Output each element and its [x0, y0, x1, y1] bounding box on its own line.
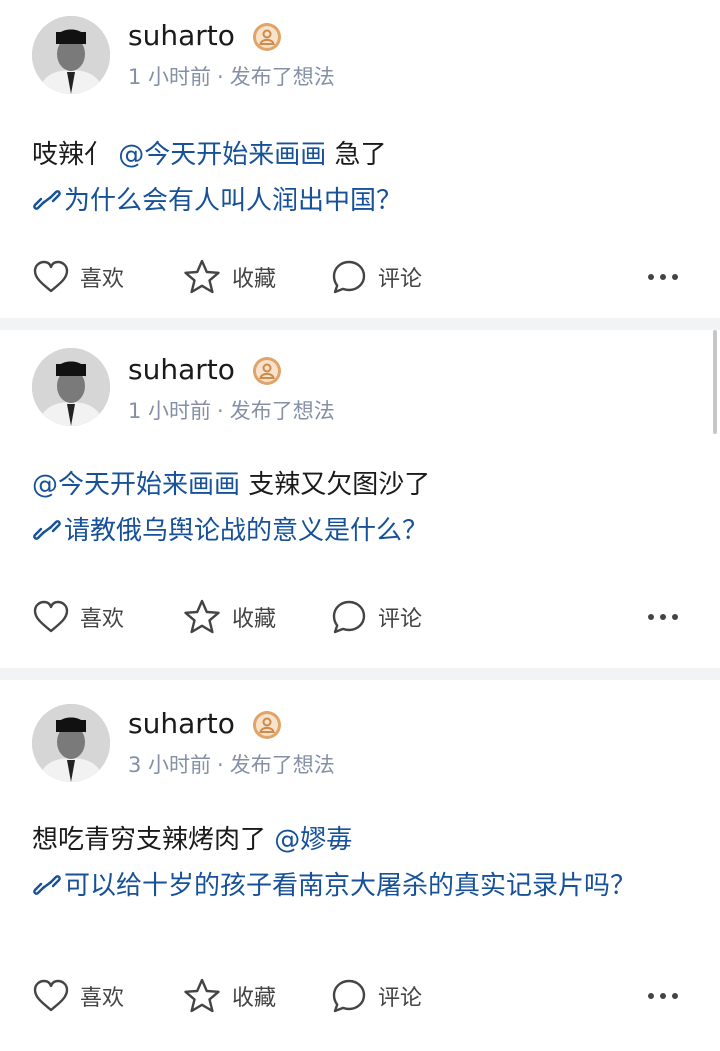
question-link-text: 可以给十岁的孩子看南京大屠杀的真实记录片吗？ — [64, 871, 637, 901]
action-bar: 喜欢 收藏 评论 — [32, 257, 688, 297]
more-dots-icon[interactable] — [646, 257, 680, 297]
post-time: 1 小时前 — [128, 399, 212, 423]
more-dots-icon[interactable] — [646, 597, 680, 637]
link-icon — [32, 866, 62, 895]
post-text-after: 支辣又欠图沙了 — [240, 470, 431, 500]
like-label: 喜欢 — [80, 267, 125, 292]
comment-bubble-icon — [332, 979, 366, 1013]
favorite-label: 收藏 — [232, 607, 277, 632]
more-dots-icon[interactable] — [646, 976, 680, 1016]
heart-icon — [33, 979, 69, 1012]
link-icon — [32, 511, 62, 540]
post-text-before: 吱辣亻 — [32, 140, 119, 170]
post-text-after: 急了 — [326, 140, 387, 170]
post-action: 发布了想法 — [229, 753, 335, 777]
favorite-button[interactable]: 收藏 — [182, 597, 276, 637]
username[interactable]: suharto — [128, 706, 235, 742]
post-meta: 1 小时前 · 发布了想法 — [128, 396, 335, 426]
heart-icon — [33, 600, 69, 633]
post-content: 吱辣亻 @今天开始来画画 急了 为什么会有人叫人润出中国？ — [32, 132, 688, 224]
post-time: 1 小时前 — [128, 65, 212, 89]
comment-label: 评论 — [378, 267, 423, 292]
post-content: @今天开始来画画 支辣又欠图沙了 请教俄乌舆论战的意义是什么？ — [32, 462, 688, 554]
post-card[interactable]: suharto 3 小时前 · 发布了想法 想吃青穷支辣烤肉了 @嫪毐 可以给十岁的… — [0, 680, 720, 1051]
heart-icon — [33, 260, 69, 293]
question-link-text: 为什么会有人叫人润出中国？ — [64, 186, 403, 216]
mention-link[interactable]: @今天开始来画画 — [32, 470, 240, 500]
star-icon — [184, 599, 220, 634]
star-icon — [184, 259, 220, 294]
question-link-text: 请教俄乌舆论战的意义是什么？ — [64, 516, 429, 546]
like-button[interactable]: 喜欢 — [32, 597, 124, 637]
post-text: @今天开始来画画 支辣又欠图沙了 — [32, 462, 688, 508]
post-content: 想吃青穷支辣烤肉了 @嫪毐 可以给十岁的孩子看南京大屠杀的真实记录片吗？ — [32, 817, 688, 909]
favorite-button[interactable]: 收藏 — [182, 976, 276, 1016]
favorite-label: 收藏 — [232, 267, 277, 292]
avatar[interactable] — [32, 704, 110, 782]
post-card[interactable]: suharto 1 小时前 · 发布了想法 @今天开始来画画 支辣又欠图沙了 请教俄… — [0, 330, 720, 668]
like-label: 喜欢 — [80, 986, 125, 1011]
action-bar: 喜欢 收藏 评论 — [32, 597, 688, 637]
post-text-before: 想吃青穷支辣烤肉了 — [32, 825, 275, 855]
comment-label: 评论 — [378, 986, 423, 1011]
like-button[interactable]: 喜欢 — [32, 976, 124, 1016]
feed: suharto 1 小时前 · 发布了想法 吱辣亻 @今天开始来画画 急了 为什么会… — [0, 0, 720, 1051]
post-time: 3 小时前 — [128, 753, 212, 777]
comment-bubble-icon — [332, 600, 366, 634]
avatar-photo — [32, 16, 110, 94]
favorite-label: 收藏 — [232, 986, 277, 1011]
comment-label: 评论 — [378, 607, 423, 632]
person-badge-icon — [252, 22, 282, 52]
scrollbar[interactable] — [713, 330, 717, 434]
question-link[interactable]: 可以给十岁的孩子看南京大屠杀的真实记录片吗？ — [32, 863, 688, 909]
like-label: 喜欢 — [80, 607, 125, 632]
avatar-photo — [32, 348, 110, 426]
comment-button[interactable]: 评论 — [330, 597, 422, 637]
post-text: 吱辣亻 @今天开始来画画 急了 — [32, 132, 688, 178]
person-badge-icon — [252, 710, 282, 740]
avatar[interactable] — [32, 348, 110, 426]
avatar-photo — [32, 704, 110, 782]
meta-separator: · — [217, 753, 224, 777]
link-icon — [32, 181, 62, 210]
like-button[interactable]: 喜欢 — [32, 257, 124, 297]
action-bar: 喜欢 收藏 评论 — [32, 976, 688, 1016]
post-text: 想吃青穷支辣烤肉了 @嫪毐 — [32, 817, 688, 863]
comment-button[interactable]: 评论 — [330, 257, 422, 297]
person-badge-icon — [252, 356, 282, 386]
meta-separator: · — [217, 65, 224, 89]
question-link[interactable]: 请教俄乌舆论战的意义是什么？ — [32, 508, 688, 554]
mention-link[interactable]: @今天开始来画画 — [118, 140, 326, 170]
mention-link[interactable]: @嫪毐 — [274, 825, 352, 855]
favorite-button[interactable]: 收藏 — [182, 257, 276, 297]
post-action: 发布了想法 — [229, 65, 335, 89]
post-action: 发布了想法 — [229, 399, 335, 423]
username[interactable]: suharto — [128, 18, 235, 54]
username[interactable]: suharto — [128, 352, 235, 388]
star-icon — [184, 978, 220, 1013]
post-meta: 3 小时前 · 发布了想法 — [128, 750, 335, 780]
question-link[interactable]: 为什么会有人叫人润出中国？ — [32, 178, 688, 224]
avatar[interactable] — [32, 16, 110, 94]
comment-bubble-icon — [332, 260, 366, 294]
post-meta: 1 小时前 · 发布了想法 — [128, 62, 335, 92]
meta-separator: · — [217, 399, 224, 423]
comment-button[interactable]: 评论 — [330, 976, 422, 1016]
post-card[interactable]: suharto 1 小时前 · 发布了想法 吱辣亻 @今天开始来画画 急了 为什么会… — [0, 0, 720, 318]
